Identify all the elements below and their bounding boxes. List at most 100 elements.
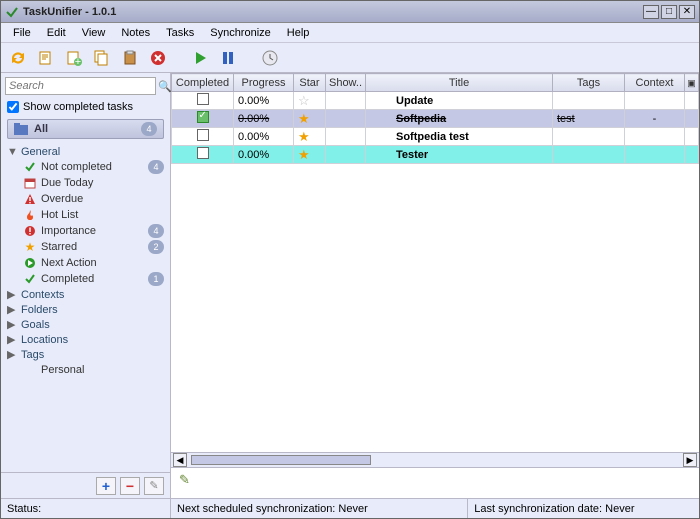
pencil-icon: ✎ — [179, 472, 190, 487]
column-title[interactable]: Title — [366, 74, 553, 92]
excl-red-icon — [23, 224, 37, 238]
tree-leaf-hot-list[interactable]: Hot List — [1, 207, 170, 223]
table-row[interactable]: 0.00%★ Softpedia test — [172, 128, 699, 146]
column-star[interactable]: Star — [294, 74, 326, 92]
sidebar-actions: + − ✎ — [1, 472, 170, 498]
window-title: TaskUnifier - 1.0.1 — [23, 6, 641, 18]
tree-leaf-completed[interactable]: Completed1 — [1, 271, 170, 287]
scroll-thumb[interactable] — [191, 455, 371, 465]
cell-star[interactable]: ☆ — [294, 92, 326, 110]
column-completed[interactable]: Completed — [172, 74, 234, 92]
cell-title: Softpedia test — [366, 128, 553, 146]
cell-title: Tester — [366, 146, 553, 164]
column-tags[interactable]: Tags — [553, 74, 625, 92]
tree-leaf-not-completed[interactable]: Not completed4 — [1, 159, 170, 175]
sync-button[interactable] — [7, 47, 29, 69]
new-task-button[interactable]: + — [63, 47, 85, 69]
search-icon[interactable]: 🔍 — [158, 78, 172, 94]
cell-end — [685, 92, 699, 110]
tree-leaf-next-action[interactable]: Next Action — [1, 255, 170, 271]
column-scroll-spacer: ▣ — [685, 74, 699, 92]
table-row[interactable]: 0.00%☆Update — [172, 92, 699, 110]
folder-icon — [14, 123, 28, 135]
pause-button[interactable] — [217, 47, 239, 69]
sidebar-item-all[interactable]: All 4 — [7, 119, 164, 139]
column-progress[interactable]: Progress — [234, 74, 294, 92]
column-show[interactable]: Show.. — [326, 74, 366, 92]
menu-edit[interactable]: Edit — [39, 25, 74, 41]
completed-checkbox[interactable] — [197, 111, 209, 123]
arrow-green-icon — [23, 256, 37, 270]
cell-progress: 0.00% — [234, 128, 294, 146]
menu-notes[interactable]: Notes — [113, 25, 158, 41]
cell-tags: test — [553, 110, 625, 128]
tree-leaf-personal[interactable]: Personal — [1, 362, 170, 378]
maximize-button[interactable]: □ — [661, 5, 677, 19]
schedule-button[interactable] — [259, 47, 281, 69]
svg-text:+: + — [75, 56, 81, 67]
cell-tags — [553, 92, 625, 110]
flame-icon — [23, 208, 37, 222]
duplicate-button[interactable] — [91, 47, 113, 69]
play-button[interactable] — [189, 47, 211, 69]
horizontal-scrollbar[interactable]: ◀ ▶ — [171, 452, 699, 468]
task-grid: CompletedProgressStarShow..TitleTagsCont… — [171, 73, 699, 164]
cell-progress: 0.00% — [234, 146, 294, 164]
cell-star[interactable]: ★ — [294, 146, 326, 164]
cell-end — [685, 110, 699, 128]
table-row[interactable]: 0.00%★ Tester — [172, 146, 699, 164]
expand-icon: ▶ — [7, 348, 17, 361]
tree-node-folders[interactable]: ▶Folders — [1, 302, 170, 317]
statusbar: Status: Next scheduled synchronization: … — [1, 498, 699, 518]
star-icon: ★ — [23, 240, 37, 254]
minimize-button[interactable]: — — [643, 5, 659, 19]
warning-red-icon — [23, 192, 37, 206]
count-badge: 4 — [148, 224, 164, 238]
completed-checkbox[interactable] — [197, 129, 209, 141]
cell-show — [326, 128, 366, 146]
close-button[interactable]: ✕ — [679, 5, 695, 19]
tree-node-goals[interactable]: ▶Goals — [1, 317, 170, 332]
count-badge: 4 — [148, 160, 164, 174]
menu-tasks[interactable]: Tasks — [158, 25, 202, 41]
cell-progress: 0.00% — [234, 110, 294, 128]
menu-help[interactable]: Help — [279, 25, 318, 41]
menu-synchronize[interactable]: Synchronize — [202, 25, 279, 41]
tree-leaf-importance[interactable]: Importance4 — [1, 223, 170, 239]
cell-title: Update — [366, 92, 553, 110]
add-button[interactable]: + — [96, 477, 116, 495]
count-badge: 2 — [148, 240, 164, 254]
remove-button[interactable]: − — [120, 477, 140, 495]
cell-star[interactable]: ★ — [294, 128, 326, 146]
completed-checkbox[interactable] — [197, 93, 209, 105]
show-completed-checkbox[interactable] — [7, 101, 19, 113]
expand-icon: ▼ — [7, 146, 17, 158]
cell-star[interactable]: ★ — [294, 110, 326, 128]
delete-button[interactable] — [147, 47, 169, 69]
scroll-right-icon[interactable]: ▶ — [683, 453, 697, 467]
tree-leaf-overdue[interactable]: Overdue — [1, 191, 170, 207]
new-note-button[interactable] — [35, 47, 57, 69]
edit-button[interactable]: ✎ — [144, 477, 164, 495]
tree-leaf-due-today[interactable]: Due Today — [1, 175, 170, 191]
tree-node-contexts[interactable]: ▶Contexts — [1, 287, 170, 302]
completed-checkbox[interactable] — [197, 147, 209, 159]
cell-show — [326, 110, 366, 128]
cell-title: Softpedia — [366, 110, 553, 128]
task-grid-wrap[interactable]: CompletedProgressStarShow..TitleTagsCont… — [171, 73, 699, 452]
main: CompletedProgressStarShow..TitleTagsCont… — [171, 73, 699, 498]
menu-view[interactable]: View — [74, 25, 114, 41]
scroll-left-icon[interactable]: ◀ — [173, 453, 187, 467]
expand-icon: ▶ — [7, 303, 17, 316]
tree-leaf-starred[interactable]: ★Starred2 — [1, 239, 170, 255]
tree-node-tags[interactable]: ▶Tags — [1, 347, 170, 362]
paste-button[interactable] — [119, 47, 141, 69]
show-completed-row[interactable]: Show completed tasks — [1, 99, 170, 115]
tree-node-general[interactable]: ▼General — [1, 145, 170, 159]
menu-file[interactable]: File — [5, 25, 39, 41]
table-row[interactable]: 0.00%★Softpediatest- — [172, 110, 699, 128]
blank-icon — [23, 363, 37, 377]
search-input[interactable] — [5, 77, 156, 95]
tree-node-locations[interactable]: ▶Locations — [1, 332, 170, 347]
column-context[interactable]: Context — [625, 74, 685, 92]
